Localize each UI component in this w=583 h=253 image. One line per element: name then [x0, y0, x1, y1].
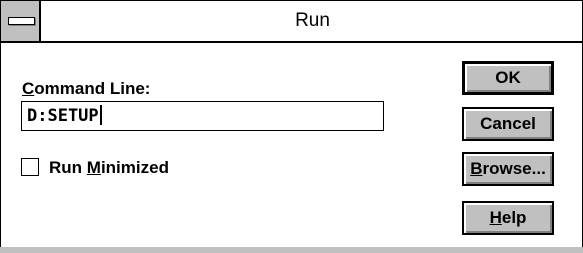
- title-bar[interactable]: Run: [1, 1, 582, 43]
- window-title: Run: [295, 10, 330, 31]
- run-dialog: Run Command Line: D:SETUP Run Minimized …: [0, 0, 583, 253]
- command-line-accelerator: C: [22, 79, 35, 98]
- command-line-input[interactable]: D:SETUP: [21, 101, 384, 131]
- browse-label: rowse...: [482, 159, 546, 178]
- run-minimized-label-start: Run: [49, 158, 87, 177]
- run-minimized-label[interactable]: Run Minimized: [49, 158, 169, 178]
- system-menu-button[interactable]: [1, 1, 41, 41]
- run-minimized-checkbox[interactable]: [21, 158, 39, 176]
- command-line-label-text: ommand Line:: [34, 79, 151, 98]
- command-line-value: D:SETUP: [27, 106, 99, 126]
- window-bottom-edge: [0, 247, 583, 253]
- system-menu-icon: [8, 17, 35, 25]
- help-accelerator: H: [489, 208, 502, 227]
- browse-accelerator: B: [470, 159, 483, 178]
- text-caret: [99, 105, 102, 125]
- browse-button[interactable]: Browse...: [462, 152, 554, 186]
- cancel-button[interactable]: Cancel: [462, 107, 554, 141]
- help-button[interactable]: Help: [462, 201, 554, 235]
- run-minimized-accelerator: M: [86, 158, 101, 177]
- command-line-label: Command Line:: [22, 79, 150, 99]
- run-minimized-label-end: inimized: [100, 158, 169, 177]
- ok-button[interactable]: OK: [462, 61, 554, 95]
- help-label: elp: [501, 208, 527, 227]
